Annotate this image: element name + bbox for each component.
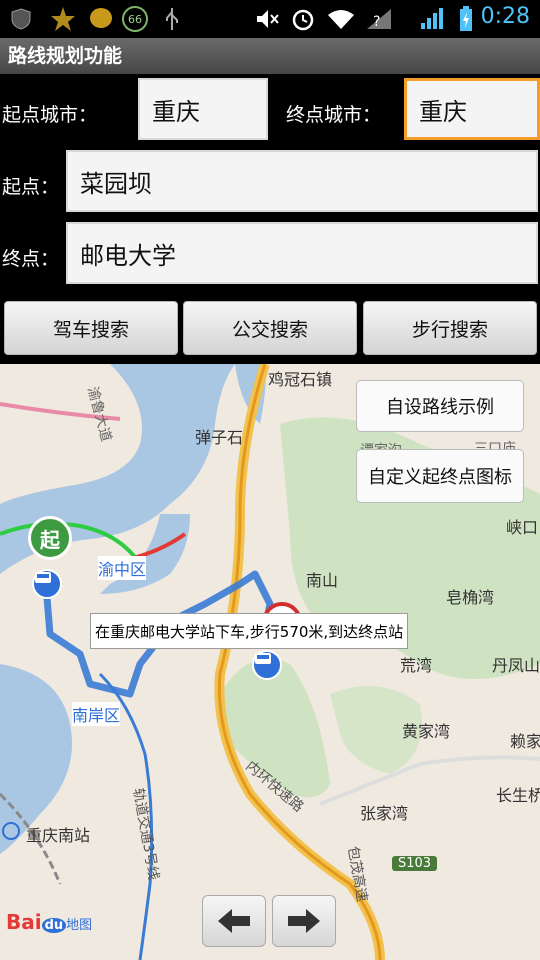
- custom-icons-button[interactable]: 自定义起终点图标: [356, 449, 524, 503]
- usb-icon: [160, 6, 184, 32]
- baidu-map-logo: Bai du 地图: [6, 910, 92, 934]
- map-label-s103: S103: [392, 856, 438, 871]
- shield-icon: [6, 6, 36, 32]
- start-city-input[interactable]: 重庆: [138, 78, 268, 140]
- map-label-changsheng: 长生桥: [496, 786, 540, 805]
- start-marker-label: 起: [40, 527, 60, 552]
- map-label-laijia: 赖家: [510, 732, 540, 751]
- star-icon: [48, 6, 78, 32]
- map-label-huangjiawan: 黄家湾: [402, 722, 451, 741]
- svg-text:?: ?: [373, 14, 380, 30]
- custom-route-label: 自设路线示例: [386, 397, 494, 418]
- start-city-label: 起点城市：: [2, 104, 98, 126]
- arrow-left-icon: [218, 909, 250, 933]
- map-label-nanan: 南岸区: [72, 702, 121, 726]
- start-city-value: 重庆: [152, 97, 200, 126]
- chat-icon: [86, 6, 116, 32]
- map-label-yuzhong: 渝中区: [98, 556, 147, 580]
- map-label-huangwan: 荒湾: [400, 656, 433, 675]
- start-marker[interactable]: 起: [28, 516, 72, 560]
- battery-charging-icon: [456, 6, 476, 32]
- badge-number: 66: [128, 12, 142, 26]
- location-icon: [2, 822, 20, 840]
- status-bar: 66 ? 0:28: [0, 0, 540, 38]
- map-label-danfengshan: 丹凤山: [492, 656, 540, 675]
- drive-search-label: 驾车搜索: [52, 318, 129, 341]
- wifi-icon: [326, 6, 356, 32]
- end-label: 终点：: [2, 248, 60, 270]
- map-label-zhangjiawan: 张家湾: [360, 804, 409, 823]
- map-label-xiakou: 峡口: [506, 518, 539, 537]
- transit-search-label: 公交搜索: [231, 318, 308, 341]
- start-value: 菜园坝: [80, 169, 152, 198]
- end-value: 邮电大学: [80, 241, 176, 270]
- end-city-value: 重庆: [419, 97, 467, 126]
- walk-search-button[interactable]: 步行搜索: [363, 301, 537, 355]
- badge-66-icon: 66: [120, 6, 150, 32]
- bus-stop-end-icon[interactable]: [252, 650, 282, 680]
- start-label: 起点：: [2, 176, 60, 198]
- route-step-text: 在重庆邮电大学站下车,步行570米,到达终点站: [95, 622, 404, 641]
- custom-route-button[interactable]: 自设路线示例: [356, 380, 524, 432]
- bus-stop-start-icon[interactable]: [32, 569, 62, 599]
- transit-search-button[interactable]: 公交搜索: [183, 301, 357, 355]
- previous-step-button[interactable]: [202, 895, 266, 947]
- clock: 0:28: [480, 4, 530, 29]
- walk-search-label: 步行搜索: [411, 318, 488, 341]
- map-label-gaomeiwan: 皂桷湾: [446, 588, 495, 607]
- end-input[interactable]: 邮电大学: [66, 222, 538, 284]
- map-label-danzishi: 弹子石: [195, 428, 244, 447]
- logo-ditu: 地图: [66, 918, 93, 933]
- signal-2-icon: [416, 6, 452, 32]
- logo-bai: Bai: [6, 910, 42, 934]
- alarm-icon: [290, 6, 316, 32]
- end-city-label: 终点城市：: [286, 104, 382, 126]
- app-title: 路线规划功能: [8, 45, 123, 67]
- map-label-jiguanshi: 鸡冠石镇: [268, 370, 333, 389]
- mute-icon: [254, 6, 280, 32]
- route-step-tooltip: 在重庆邮电大学站下车,步行570米,到达终点站: [90, 613, 409, 649]
- app-title-bar: 路线规划功能: [0, 38, 540, 74]
- end-city-input[interactable]: 重庆: [404, 78, 540, 140]
- signal-1-icon: ?: [362, 6, 398, 32]
- start-input[interactable]: 菜园坝: [66, 150, 538, 212]
- arrow-right-icon: [288, 909, 320, 933]
- next-step-button[interactable]: [272, 895, 336, 947]
- logo-du: du: [41, 918, 67, 933]
- map-label-nanshan: 南山: [306, 571, 339, 590]
- custom-icons-label: 自定义起终点图标: [368, 467, 512, 488]
- map-label-chongqing-south: 重庆南站: [26, 826, 91, 845]
- drive-search-button[interactable]: 驾车搜索: [4, 301, 178, 355]
